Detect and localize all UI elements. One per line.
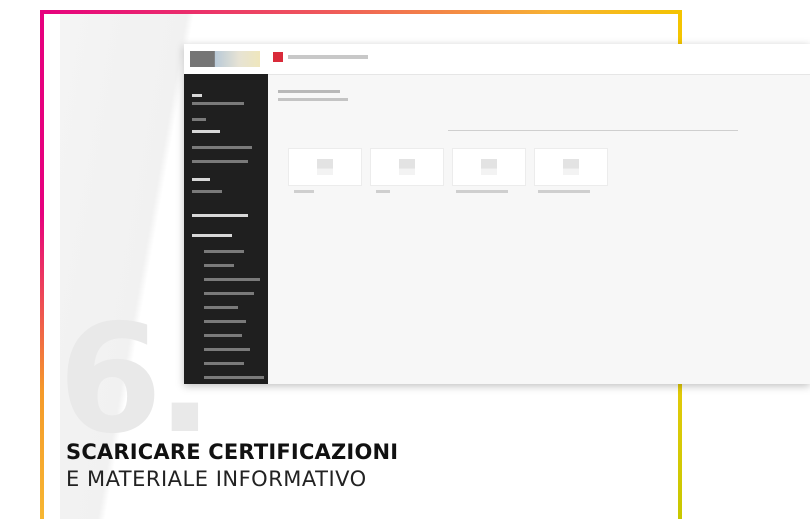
sidebar-line (204, 278, 260, 281)
document-icon (481, 159, 497, 175)
sidebar-line (204, 376, 264, 379)
slide-subtitle: E MATERIALE INFORMATIVO (66, 467, 367, 491)
sidebar-line (192, 178, 210, 181)
document-icon (399, 159, 415, 175)
sidebar-line (204, 334, 242, 337)
sidebar-line (192, 160, 248, 163)
document-card (534, 148, 608, 186)
sidebar-line (192, 234, 232, 237)
sidebar-line (192, 214, 248, 217)
sidebar-line (192, 94, 202, 97)
frame-left-border (40, 10, 44, 519)
sidebar-line (192, 102, 244, 105)
card-label (538, 190, 590, 193)
document-card (370, 148, 444, 186)
document-card (288, 148, 362, 186)
app-topbar (184, 44, 810, 75)
sidebar-line (204, 306, 238, 309)
app-main-area (268, 74, 810, 384)
sidebar-line (204, 250, 244, 253)
document-icon (563, 159, 579, 175)
card-label (456, 190, 508, 193)
sidebar-line (192, 130, 220, 133)
app-screenshot (184, 44, 810, 384)
slide-title: SCARICARE CERTIFICAZIONI (66, 440, 399, 464)
card-label (294, 190, 314, 193)
document-card (452, 148, 526, 186)
sidebar-line (204, 264, 234, 267)
breadcrumb (278, 90, 340, 93)
sidebar-line (204, 362, 244, 365)
sidebar-line (204, 348, 250, 351)
document-icon (317, 159, 333, 175)
card-label (376, 190, 390, 193)
red-tag-icon (273, 52, 283, 62)
search-input (448, 126, 738, 131)
sidebar-line (204, 292, 254, 295)
topbar-text-blur (288, 55, 368, 59)
app-sidebar (184, 74, 268, 384)
sidebar-line (192, 146, 252, 149)
app-logo (190, 51, 260, 67)
breadcrumb (278, 98, 348, 101)
sidebar-line (204, 320, 246, 323)
sidebar-line (192, 190, 222, 193)
frame-top-border (40, 10, 682, 14)
sidebar-line (192, 118, 206, 121)
